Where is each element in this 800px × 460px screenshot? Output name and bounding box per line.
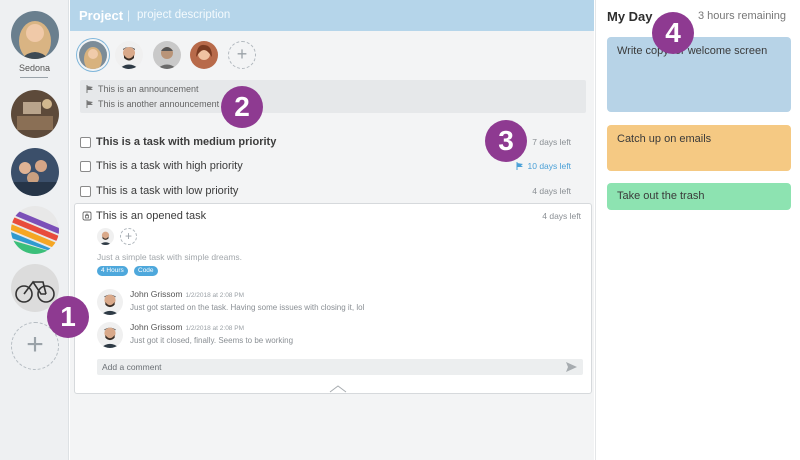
comment-author: John Grissom 1/2/2018 at 2:08 PM (130, 322, 244, 332)
comment-author: John Grissom 1/2/2018 at 2:08 PM (130, 289, 244, 299)
comment-time: 1/2/2018 at 2:08 PM (185, 325, 244, 332)
project-thumbnail[interactable] (11, 148, 59, 196)
task-checkbox[interactable] (80, 161, 91, 172)
task-due: 7 days left (520, 137, 571, 147)
day-card[interactable]: Take out the trash (607, 183, 791, 210)
project-panel: Project | project description + This is … (70, 0, 594, 460)
member-avatar[interactable] (79, 41, 107, 69)
callout-marker: 3 (485, 120, 527, 162)
task-due: 4 days left (532, 186, 571, 196)
lock-icon[interactable] (82, 211, 92, 221)
task-checkbox[interactable] (80, 186, 91, 197)
comment-author-name: John Grissom (130, 322, 183, 332)
task-due-text: 10 days left (527, 161, 571, 171)
project-sidebar: Sedona + (0, 0, 69, 460)
time-remaining: 3 hours remaining (697, 10, 786, 22)
tag-badge[interactable]: 4 Hours (97, 266, 128, 276)
send-icon[interactable] (566, 362, 577, 372)
user-name: Sedona (18, 63, 51, 73)
title-separator: | (127, 8, 131, 22)
comment-placeholder: Add a comment (102, 362, 162, 372)
my-day-title: My Day (607, 9, 653, 24)
announcement-item[interactable]: This is an announcement (86, 84, 199, 94)
my-day-panel: My Day 3 hours remaining Write copy for … (595, 0, 800, 460)
task-checkbox[interactable] (80, 137, 91, 148)
assignee-avatar[interactable] (97, 228, 114, 245)
opened-task-description[interactable]: Just a simple task with simple dreams. (97, 252, 242, 262)
project-title: Project (79, 8, 124, 23)
callout-marker: 2 (221, 86, 263, 128)
announcement-text: This is another announcement (98, 99, 220, 109)
day-card[interactable]: Catch up on emails (607, 125, 791, 171)
project-thumbnail[interactable] (11, 206, 59, 254)
task-label: This is a task with medium priority (96, 136, 277, 148)
comment-time: 1/2/2018 at 2:08 PM (185, 292, 244, 299)
add-assignee-button[interactable]: + (120, 228, 137, 245)
task-label: This is a task with low priority (96, 185, 239, 197)
project-header: Project | project description (70, 0, 594, 31)
task-row[interactable]: This is a task with high priority 10 day… (80, 160, 586, 176)
comment-text: Just got started on the task. Having som… (130, 303, 365, 312)
chevron-up-icon[interactable] (329, 385, 347, 393)
announcements-panel: This is an announcement This is another … (80, 80, 586, 113)
comment-author-name: John Grissom (130, 289, 183, 299)
member-avatar[interactable] (115, 41, 143, 69)
member-avatar[interactable] (190, 41, 218, 69)
add-member-button[interactable]: + (228, 41, 256, 69)
task-due-text: 4 days left (532, 186, 571, 196)
comment-avatar (97, 322, 123, 348)
project-thumbnail[interactable] (11, 90, 59, 138)
task-due-text: 7 days left (532, 137, 571, 147)
comment-avatar (97, 289, 123, 315)
announcement-item[interactable]: This is another announcement (86, 99, 219, 109)
comment-text: Just got it closed, finally. Seems to be… (130, 336, 294, 345)
comment-input[interactable]: Add a comment (97, 359, 583, 375)
opened-task-card: This is an opened task 4 days left + Jus… (74, 203, 592, 394)
flag-icon (86, 100, 93, 108)
announcement-text: This is an announcement (98, 84, 199, 94)
member-avatar[interactable] (153, 41, 181, 69)
user-avatar[interactable] (11, 11, 59, 59)
callout-marker: 4 (652, 12, 694, 54)
flag-icon (86, 85, 93, 93)
task-row[interactable]: This is a task with low priority 4 days … (80, 185, 586, 201)
flag-icon (516, 162, 523, 170)
callout-marker: 1 (47, 296, 89, 338)
task-label: This is a task with high priority (96, 160, 243, 172)
day-card[interactable]: Write copy for welcome screen (607, 37, 791, 112)
task-due: 10 days left (516, 161, 571, 171)
divider (20, 77, 48, 78)
project-description[interactable]: project description (137, 9, 230, 21)
opened-task-due: 4 days left (542, 211, 581, 221)
opened-task-title[interactable]: This is an opened task (96, 210, 206, 222)
tag-badge[interactable]: Code (134, 266, 158, 276)
